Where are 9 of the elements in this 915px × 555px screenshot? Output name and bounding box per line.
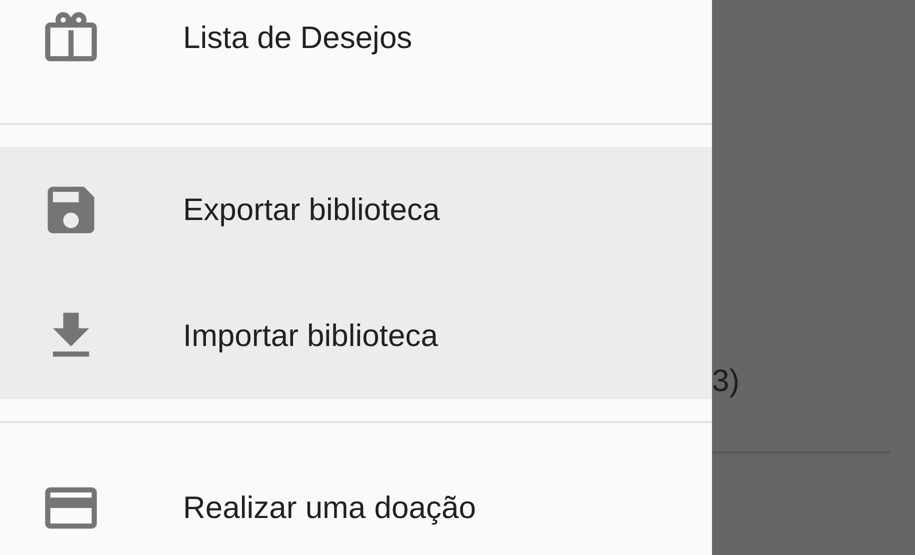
menu-item-label: Realizar uma doação xyxy=(183,490,476,526)
menu-item[interactable]: Lista de Desejos xyxy=(0,0,712,101)
background-text: 3) xyxy=(712,363,740,399)
menu-item-label: Exportar biblioteca xyxy=(183,192,440,228)
menu-item-label: Lista de Desejos xyxy=(183,20,412,56)
menu-item[interactable]: Importar biblioteca xyxy=(0,273,712,399)
menu-item-label: Importar biblioteca xyxy=(183,318,438,354)
menu-item[interactable]: Realizar uma doação xyxy=(0,445,712,555)
menu-item[interactable]: Exportar biblioteca xyxy=(0,147,712,273)
